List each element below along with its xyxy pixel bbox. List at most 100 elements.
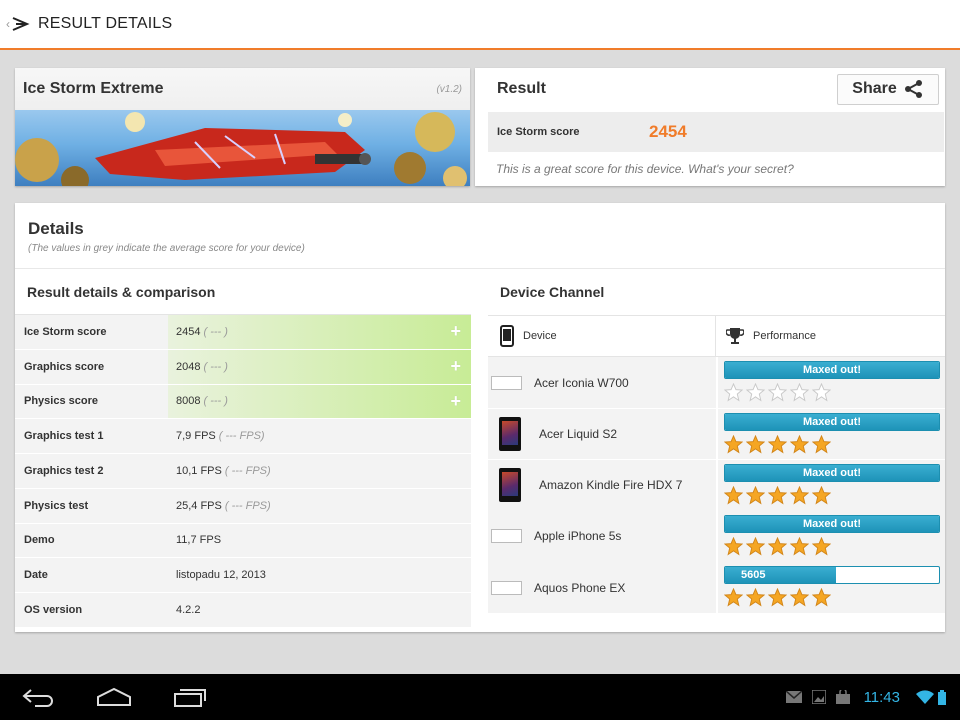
benchmark-version: (v1.2) [436, 83, 462, 95]
device-name: Amazon Kindle Fire HDX 7 [539, 478, 683, 493]
device-row: Acer Iconia W700 Maxed out! [488, 357, 945, 409]
detail-average: ( --- ) [203, 325, 228, 338]
detail-row[interactable]: Graphics score 2048( --- ) + [15, 349, 471, 385]
device-row: Acer Liquid S2 Maxed out! [488, 408, 945, 460]
device-thumbnail [491, 580, 522, 595]
detail-value-cell: 11,7 FPS [168, 524, 471, 558]
detail-row[interactable]: Physics score 8008( --- ) + [15, 384, 471, 420]
star-filled-icon [768, 536, 787, 556]
detail-value: 10,1 FPS [176, 464, 222, 477]
star-empty-icon [790, 383, 809, 402]
device-column-header: Device [488, 316, 716, 356]
performance-cell: Maxed out! [718, 357, 945, 409]
share-icon [904, 80, 922, 98]
share-label: Share [852, 80, 897, 97]
comparison-title: Result details & comparison [15, 269, 471, 315]
device-channel-header: Device Performance [488, 315, 945, 357]
performance-bar-label: Maxed out! [802, 466, 862, 479]
detail-value-cell: listopadu 12, 2013 [168, 558, 471, 592]
performance-bar-label: Maxed out! [802, 517, 862, 530]
detail-value-cell: 10,1 FPS( --- FPS) [168, 454, 471, 488]
detail-value-cell: 4.2.2 [168, 593, 471, 627]
star-filled-icon [768, 485, 787, 505]
device-rows: Acer Iconia W700 Maxed out! Acer Liquid S2… [488, 357, 945, 613]
chevron-left-icon: ‹ [6, 17, 10, 31]
store-icon [835, 690, 850, 704]
device-cell[interactable]: Aquos Phone EX [488, 562, 716, 613]
star-filled-icon [812, 536, 831, 556]
detail-value: 25,4 FPS [176, 499, 222, 512]
detail-value-cell: 7,9 FPS( --- FPS) [168, 419, 471, 453]
detail-value-cell: 2454( --- ) [168, 315, 471, 349]
nav-home-button[interactable] [76, 674, 152, 720]
action-bar: ‹ RESULT DETAILS [0, 0, 960, 50]
device-cell[interactable]: Amazon Kindle Fire HDX 7 [488, 459, 716, 511]
detail-label: Ice Storm score [24, 325, 107, 338]
system-bar: 11:43 [0, 674, 960, 720]
expand-plus-icon[interactable]: + [450, 391, 461, 412]
star-filled-icon [812, 485, 831, 505]
detail-label: Graphics test 2 [24, 464, 104, 477]
detail-value: 4.2.2 [176, 603, 201, 616]
detail-label: Demo [24, 534, 55, 547]
back-button[interactable]: ‹ [6, 16, 30, 32]
detail-value: 2048 [176, 360, 201, 373]
detail-value: 8008 [176, 395, 201, 408]
device-row: Amazon Kindle Fire HDX 7 Maxed out! [488, 459, 945, 511]
performance-bar: Maxed out! [724, 463, 940, 482]
device-thumbnail [491, 529, 522, 544]
detail-average: ( --- FPS) [224, 499, 271, 512]
detail-value: 2454 [176, 325, 201, 338]
nav-back-button[interactable] [0, 674, 76, 720]
phone-icon [500, 325, 514, 347]
detail-value: 11,7 FPS [176, 534, 222, 547]
performance-column-header: Performance [716, 316, 945, 356]
detail-average: ( --- ) [203, 395, 228, 408]
device-name: Apple iPhone 5s [534, 529, 622, 544]
expand-plus-icon[interactable]: + [450, 356, 461, 377]
detail-label: Graphics test 1 [24, 430, 104, 443]
device-cell[interactable]: Apple iPhone 5s [488, 510, 716, 562]
star-filled-icon [812, 434, 831, 454]
detail-label: Date [24, 569, 48, 582]
device-cell[interactable]: Acer Liquid S2 [488, 408, 716, 460]
rating-stars [724, 588, 945, 607]
star-filled-icon [790, 485, 809, 505]
detail-row[interactable]: Ice Storm score 2454( --- ) + [15, 315, 471, 350]
performance-bar-label: Maxed out! [802, 415, 862, 428]
device-row: Apple iPhone 5s Maxed out! [488, 510, 945, 562]
result-message: This is a great score for this device. W… [496, 162, 794, 176]
rating-stars [724, 536, 945, 556]
app-logo-icon [12, 17, 30, 31]
share-button[interactable]: Share [837, 73, 939, 105]
star-empty-icon [724, 383, 743, 402]
comparison-section: Result details & comparison Ice Storm sc… [15, 269, 471, 628]
star-filled-icon [724, 434, 743, 454]
star-filled-icon [768, 434, 787, 454]
detail-label: Physics test [24, 499, 89, 512]
expand-plus-icon[interactable]: + [450, 321, 461, 342]
performance-bar-label: 5605 [741, 569, 766, 582]
device-name: Acer Liquid S2 [539, 426, 618, 441]
nav-back-icon [22, 689, 53, 707]
result-score-row: Ice Storm score 2454 [488, 112, 944, 152]
star-empty-icon [768, 383, 787, 402]
performance-bar: Maxed out! [724, 514, 940, 533]
star-filled-icon [724, 588, 743, 607]
performance-bar: Maxed out! [724, 412, 940, 431]
system-nav [0, 674, 228, 720]
detail-label: Physics score [24, 395, 98, 408]
clock: 11:43 [863, 688, 900, 706]
star-filled-icon [746, 434, 765, 454]
rating-stars [724, 383, 945, 402]
star-filled-icon [812, 588, 831, 607]
rating-stars [724, 485, 945, 505]
wifi-icon [916, 690, 934, 704]
device-cell[interactable]: Acer Iconia W700 [488, 357, 716, 409]
result-score-label: Ice Storm score [497, 126, 580, 138]
detail-value: 7,9 FPS [176, 430, 216, 443]
nav-recents-button[interactable] [152, 674, 228, 720]
device-channel-section: Device Channel Device Performance Acer I [488, 269, 945, 613]
result-header: Result Share [475, 68, 945, 110]
result-title: Result [497, 80, 546, 97]
